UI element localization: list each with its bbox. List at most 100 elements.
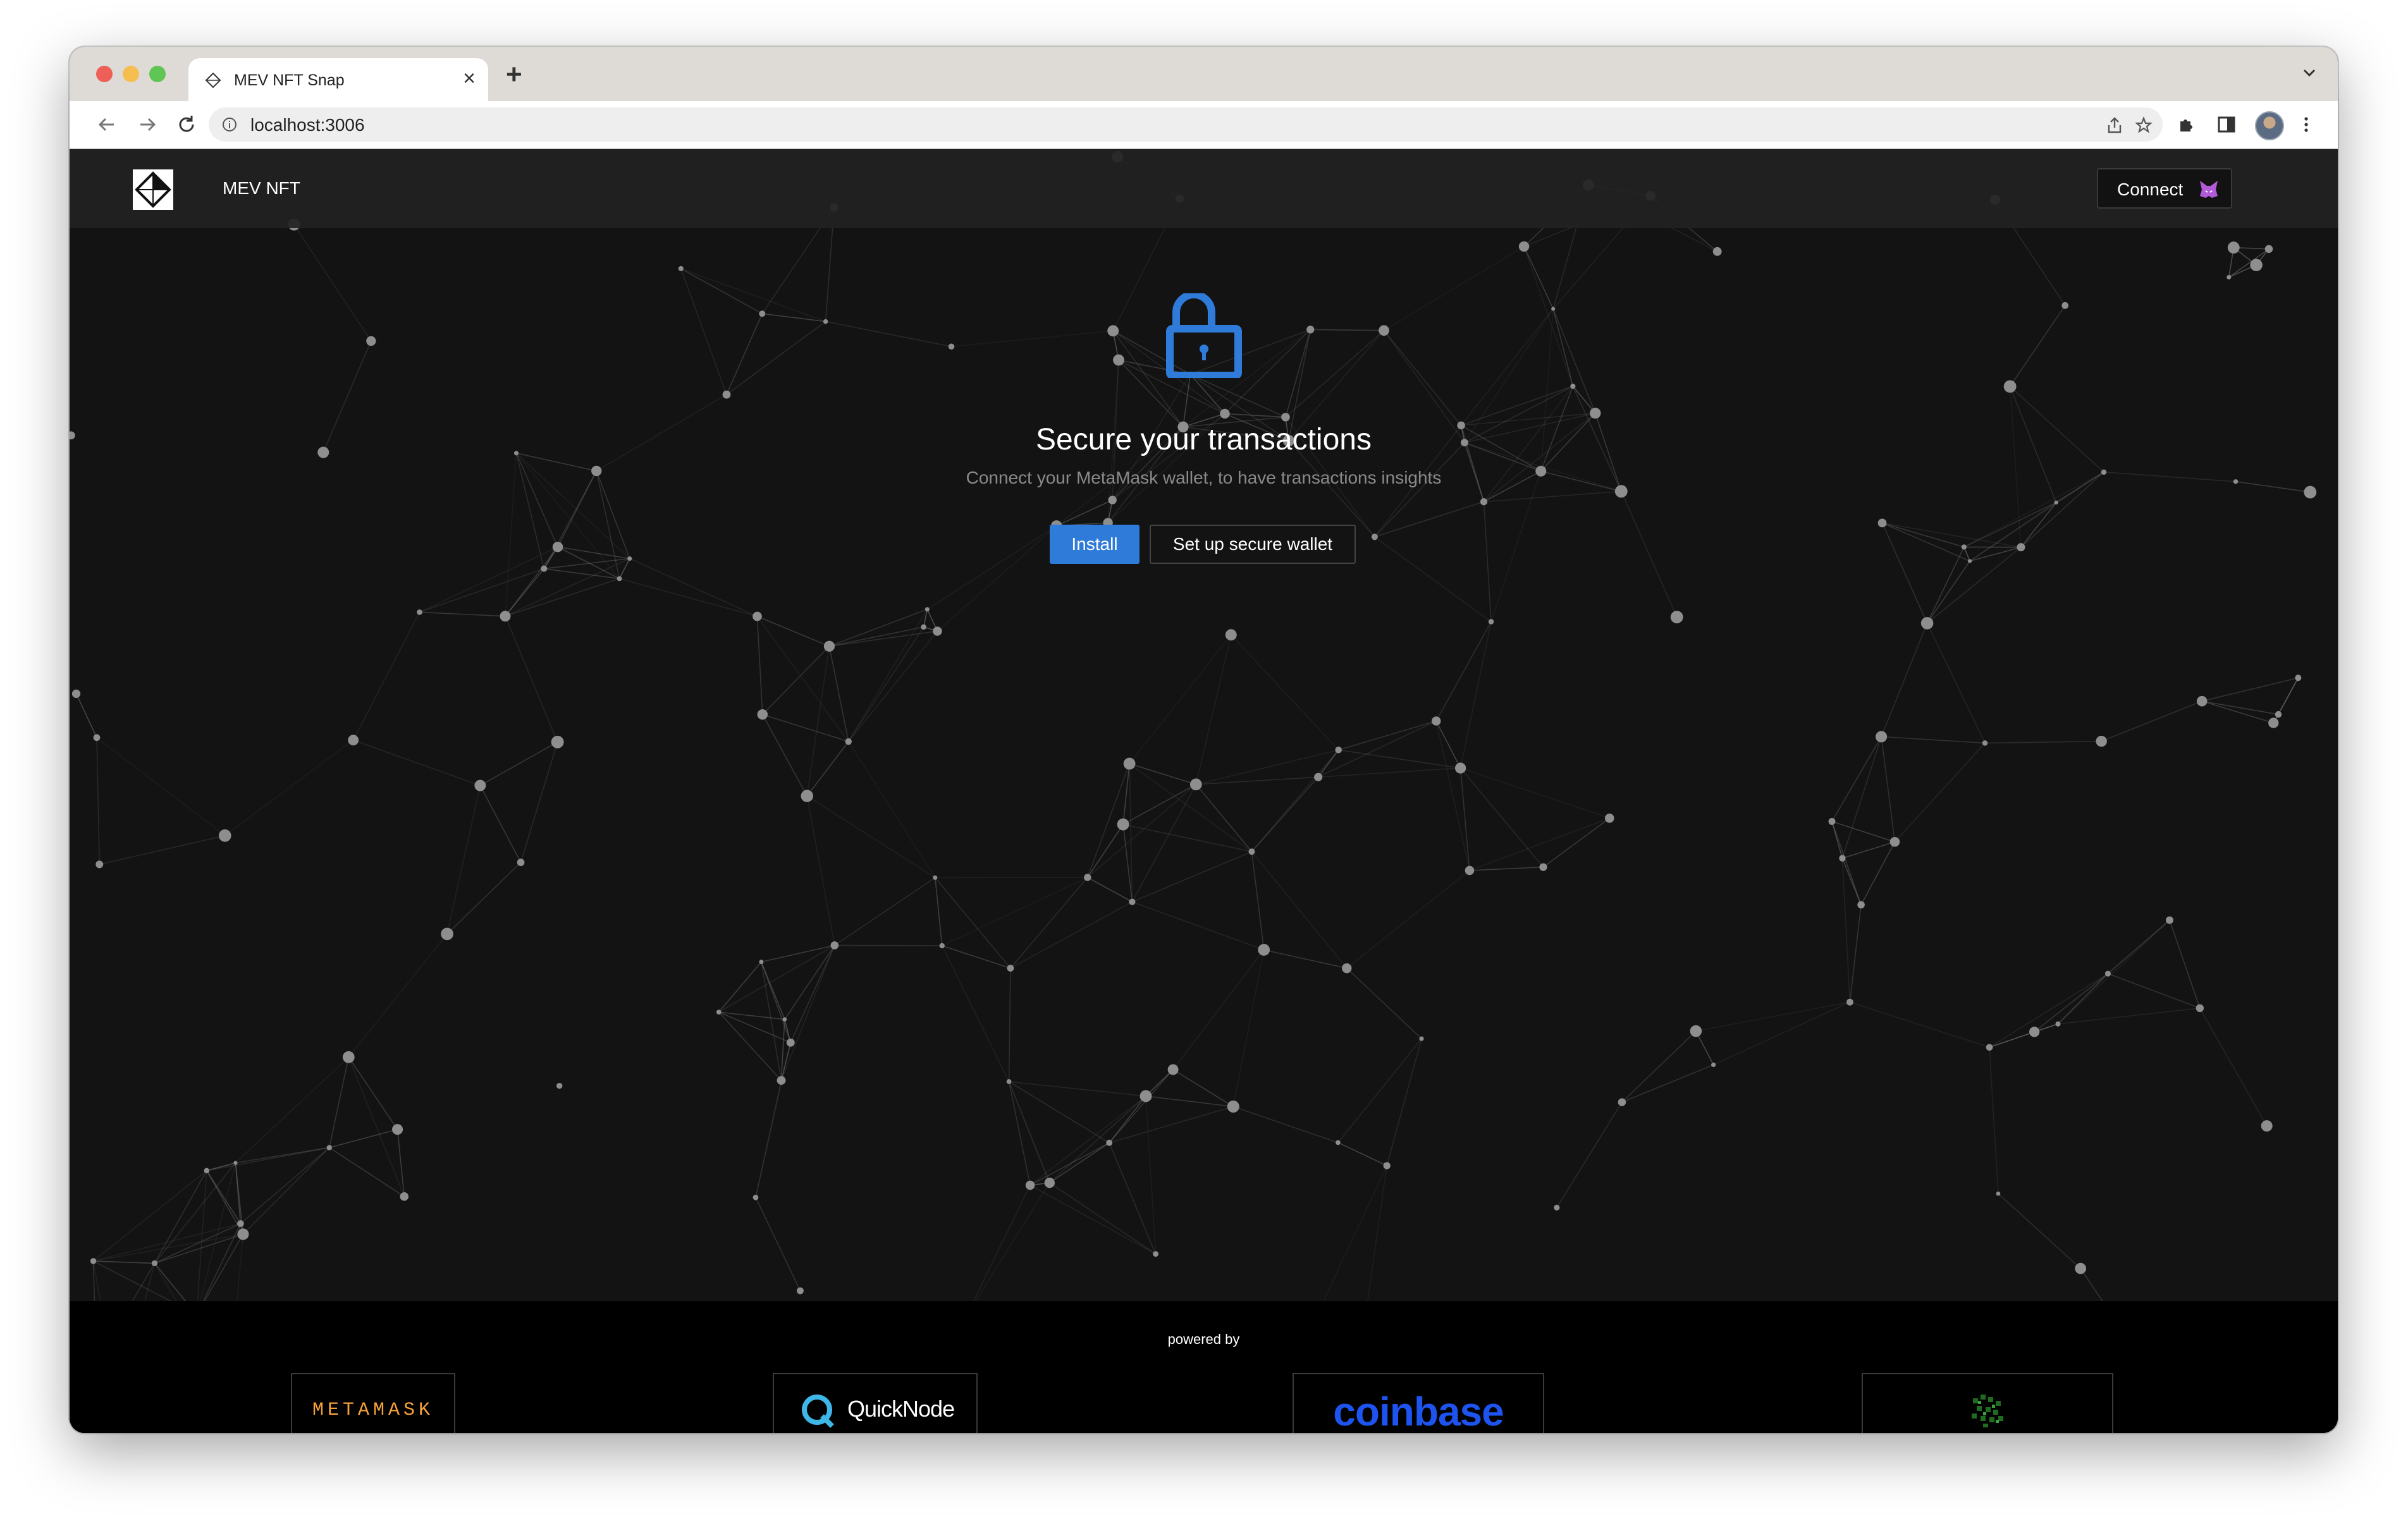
network-link — [848, 741, 936, 878]
address-bar[interactable]: localhost:3006 — [209, 107, 2163, 142]
network-link — [1132, 851, 1252, 903]
network-link — [1386, 1038, 1422, 1166]
network-link — [419, 546, 558, 613]
network-node — [2196, 1004, 2204, 1013]
network-link — [1049, 1182, 1157, 1255]
network-link — [1087, 877, 1133, 903]
network-node — [1828, 817, 1836, 825]
metamask-partner-logo[interactable]: METAMASK — [291, 1373, 455, 1433]
network-link — [619, 578, 758, 617]
green-partner-logo[interactable] — [1862, 1373, 2113, 1433]
quicknode-partner-logo[interactable]: QuickNode — [773, 1373, 978, 1433]
bookmark-star-icon[interactable] — [2135, 116, 2153, 134]
network-node — [2166, 916, 2173, 924]
minimize-window-button[interactable] — [123, 66, 139, 82]
network-link — [965, 1182, 1050, 1317]
network-node — [1006, 1079, 1012, 1084]
network-link — [1841, 858, 1851, 1003]
network-node — [801, 790, 813, 802]
network-node — [1690, 1025, 1702, 1037]
network-node — [759, 310, 766, 317]
install-button[interactable]: Install — [1050, 525, 1140, 564]
powered-by-label: powered by — [1167, 1331, 1240, 1347]
browser-tab[interactable]: MEV NFT Snap × — [188, 58, 488, 101]
network-link — [761, 961, 782, 1081]
network-link — [1831, 821, 1862, 905]
network-node — [1986, 1044, 1993, 1051]
network-node — [823, 319, 828, 324]
diamond-logo-icon[interactable] — [133, 169, 173, 210]
network-node — [204, 1168, 210, 1174]
metamask-wordmark: METAMASK — [312, 1400, 434, 1421]
side-panel-icon[interactable] — [2216, 114, 2237, 135]
close-window-button[interactable] — [96, 66, 113, 82]
network-link — [1374, 536, 1492, 623]
network-link — [1849, 905, 1862, 1003]
network-link — [1196, 776, 1318, 785]
network-node — [1982, 740, 1988, 746]
network-link — [1831, 821, 1895, 843]
network-node — [759, 960, 764, 965]
network-node — [1007, 965, 1014, 972]
more-vertical-icon[interactable] — [2295, 114, 2317, 135]
network-link — [2009, 305, 2066, 387]
network-node — [2054, 500, 2058, 505]
network-link — [1460, 767, 1544, 868]
network-link — [1926, 561, 1970, 624]
forward-arrow-icon[interactable] — [135, 113, 159, 137]
network-link — [1881, 623, 1928, 737]
network-node — [2275, 711, 2282, 718]
network-link — [348, 933, 448, 1058]
network-link — [1251, 776, 1319, 852]
network-link — [2057, 920, 2170, 1025]
network-link — [1621, 491, 1678, 618]
coinbase-partner-logo[interactable]: coinbase — [1293, 1373, 1544, 1433]
tab-close-button[interactable]: × — [463, 67, 476, 90]
network-link — [680, 268, 763, 314]
network-link — [762, 645, 830, 715]
site-info-icon[interactable] — [221, 116, 238, 133]
network-node — [1920, 617, 1934, 630]
network-node — [2250, 259, 2263, 271]
connect-button[interactable]: Connect — [2097, 168, 2232, 209]
network-node — [2268, 717, 2279, 728]
network-link — [353, 740, 481, 786]
network-link — [329, 1128, 398, 1149]
share-icon[interactable] — [2106, 116, 2123, 134]
extensions-puzzle-icon[interactable] — [2175, 114, 2197, 135]
network-link — [1841, 736, 1882, 858]
network-node — [1025, 1180, 1035, 1190]
reload-icon[interactable] — [175, 113, 199, 137]
network-node — [1590, 407, 1601, 419]
back-arrow-icon[interactable] — [95, 113, 119, 137]
network-link — [1984, 740, 2102, 744]
profile-avatar[interactable] — [2255, 111, 2284, 140]
chevron-down-icon[interactable] — [2300, 63, 2319, 82]
network-link — [93, 1260, 155, 1264]
network-link — [1556, 1102, 1623, 1208]
network-node — [2264, 245, 2273, 253]
network-node — [1419, 1036, 1424, 1041]
network-node — [151, 1260, 158, 1267]
network-link — [2278, 677, 2299, 715]
network-node — [1711, 1062, 1716, 1068]
network-link — [1969, 546, 2022, 562]
network-link — [1008, 1081, 1031, 1186]
network-link — [293, 224, 372, 341]
network-link — [1010, 877, 1088, 969]
network-node — [1106, 1139, 1113, 1146]
network-node — [2075, 1262, 2087, 1274]
network-node — [348, 735, 359, 746]
new-tab-button[interactable]: + — [506, 61, 522, 89]
network-link — [937, 525, 1057, 632]
network-node — [400, 1192, 409, 1201]
network-link — [1881, 736, 1986, 744]
network-link — [479, 785, 522, 863]
maximize-window-button[interactable] — [149, 66, 166, 82]
network-link — [329, 1147, 405, 1197]
network-node — [933, 875, 938, 880]
network-link — [806, 795, 936, 879]
setup-secure-wallet-button[interactable]: Set up secure wallet — [1150, 525, 1356, 564]
network-node — [1248, 848, 1255, 855]
network-node — [1465, 865, 1475, 876]
